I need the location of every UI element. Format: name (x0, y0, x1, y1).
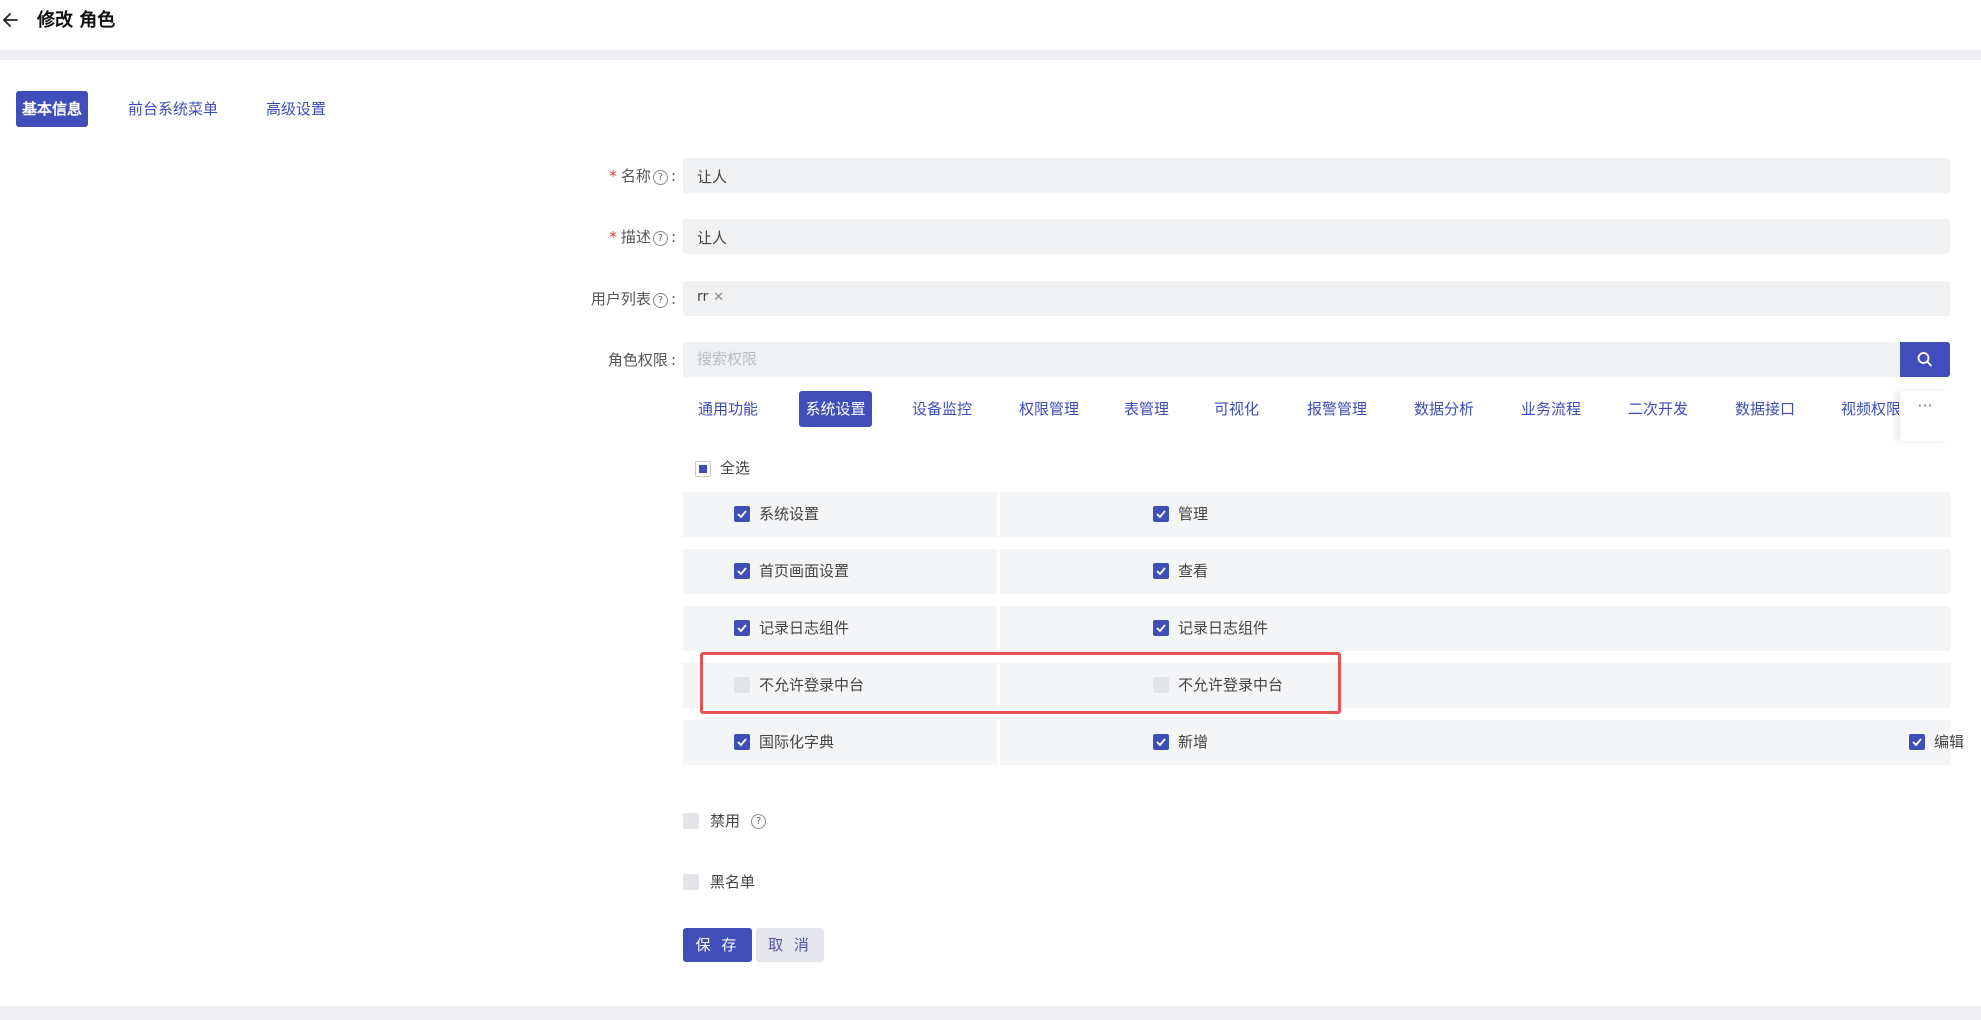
search-icon (1917, 352, 1932, 367)
permission-row: 记录日志组件 记录日志组件 (683, 606, 1950, 651)
description-field[interactable]: 让人 (683, 219, 1950, 254)
permission-search-field (683, 342, 1919, 377)
users-label: 用户列表?: (590, 290, 676, 308)
name-value: 让人 (697, 168, 728, 186)
select-all-label: 全选 (720, 459, 751, 477)
help-icon[interactable]: ? (652, 231, 668, 246)
help-icon[interactable]: ? (652, 170, 668, 185)
checkbox[interactable] (734, 506, 750, 522)
tab-secondary-development[interactable]: 二次开发 (1622, 391, 1694, 427)
permission-search-input[interactable] (695, 349, 1919, 369)
checkbox[interactable] (1153, 506, 1169, 522)
page-title: 修改 角色 (37, 10, 116, 31)
tab-table-management[interactable]: 表管理 (1118, 391, 1175, 427)
checkbox[interactable] (734, 734, 750, 750)
tab-frontend-menu[interactable]: 前台系统菜单 (123, 91, 223, 127)
more-tabs-button[interactable]: ··· (1900, 391, 1950, 441)
disabled-checkbox[interactable] (683, 813, 699, 829)
checkbox[interactable] (1153, 620, 1169, 636)
permission-row: 国际化字典 新增 编辑 删除 (683, 720, 1964, 765)
tab-data-interface[interactable]: 数据接口 (1729, 391, 1801, 427)
tab-alarm-management[interactable]: 报警管理 (1301, 391, 1373, 427)
more-icon: ··· (1917, 396, 1933, 415)
name-label: * 名称?: (609, 167, 676, 185)
users-select[interactable]: rr ✕ (683, 281, 1950, 316)
page-header: 修改 角色 (0, 0, 1981, 50)
checkbox[interactable] (1153, 563, 1169, 579)
search-button[interactable] (1900, 342, 1950, 377)
tab-business-process[interactable]: 业务流程 (1515, 391, 1587, 427)
checkbox[interactable] (1909, 734, 1925, 750)
tab-visualization[interactable]: 可视化 (1208, 391, 1265, 427)
tab-advanced-settings[interactable]: 高级设置 (261, 91, 331, 127)
disabled-label: 禁用 (710, 812, 741, 830)
blacklist-checkbox[interactable] (683, 874, 699, 890)
description-label: * 描述?: (609, 228, 676, 246)
permission-tabs: 通用功能 系统设置 设备监控 权限管理 表管理 可视化 报警管理 数据分析 业务… (683, 391, 1899, 441)
permissions-label: 角色权限: (607, 351, 676, 369)
tab-video-permission[interactable]: 视频权限 (1835, 391, 1899, 427)
help-icon[interactable]: ? (751, 814, 766, 829)
tab-device-monitoring[interactable]: 设备监控 (906, 391, 978, 427)
close-icon[interactable]: ✕ (713, 290, 724, 305)
name-field[interactable]: 让人 (683, 158, 1950, 193)
footer-band (0, 1006, 1981, 1020)
arrow-left-icon[interactable] (0, 7, 24, 33)
select-all-checkbox[interactable] (695, 461, 711, 477)
highlight-box (700, 652, 1341, 714)
checkbox[interactable] (1153, 734, 1169, 750)
user-tag: rr ✕ (697, 289, 725, 305)
tab-system-settings[interactable]: 系统设置 (799, 391, 872, 427)
save-button[interactable]: 保 存 (683, 928, 752, 962)
header-divider (0, 50, 1981, 60)
cancel-button[interactable]: 取 消 (756, 928, 824, 962)
blacklist-label: 黑名单 (710, 873, 756, 891)
tab-data-analysis[interactable]: 数据分析 (1408, 391, 1480, 427)
help-icon[interactable]: ? (652, 293, 668, 308)
checkbox[interactable] (734, 563, 750, 579)
permission-row: 首页画面设置 查看 (683, 549, 1950, 594)
description-value: 让人 (697, 229, 728, 247)
tab-basic-info[interactable]: 基本信息 (16, 91, 88, 127)
permission-row: 系统设置 管理 (683, 492, 1950, 537)
tab-general[interactable]: 通用功能 (692, 391, 764, 427)
checkbox[interactable] (734, 620, 750, 636)
tab-permission-management[interactable]: 权限管理 (1013, 391, 1085, 427)
